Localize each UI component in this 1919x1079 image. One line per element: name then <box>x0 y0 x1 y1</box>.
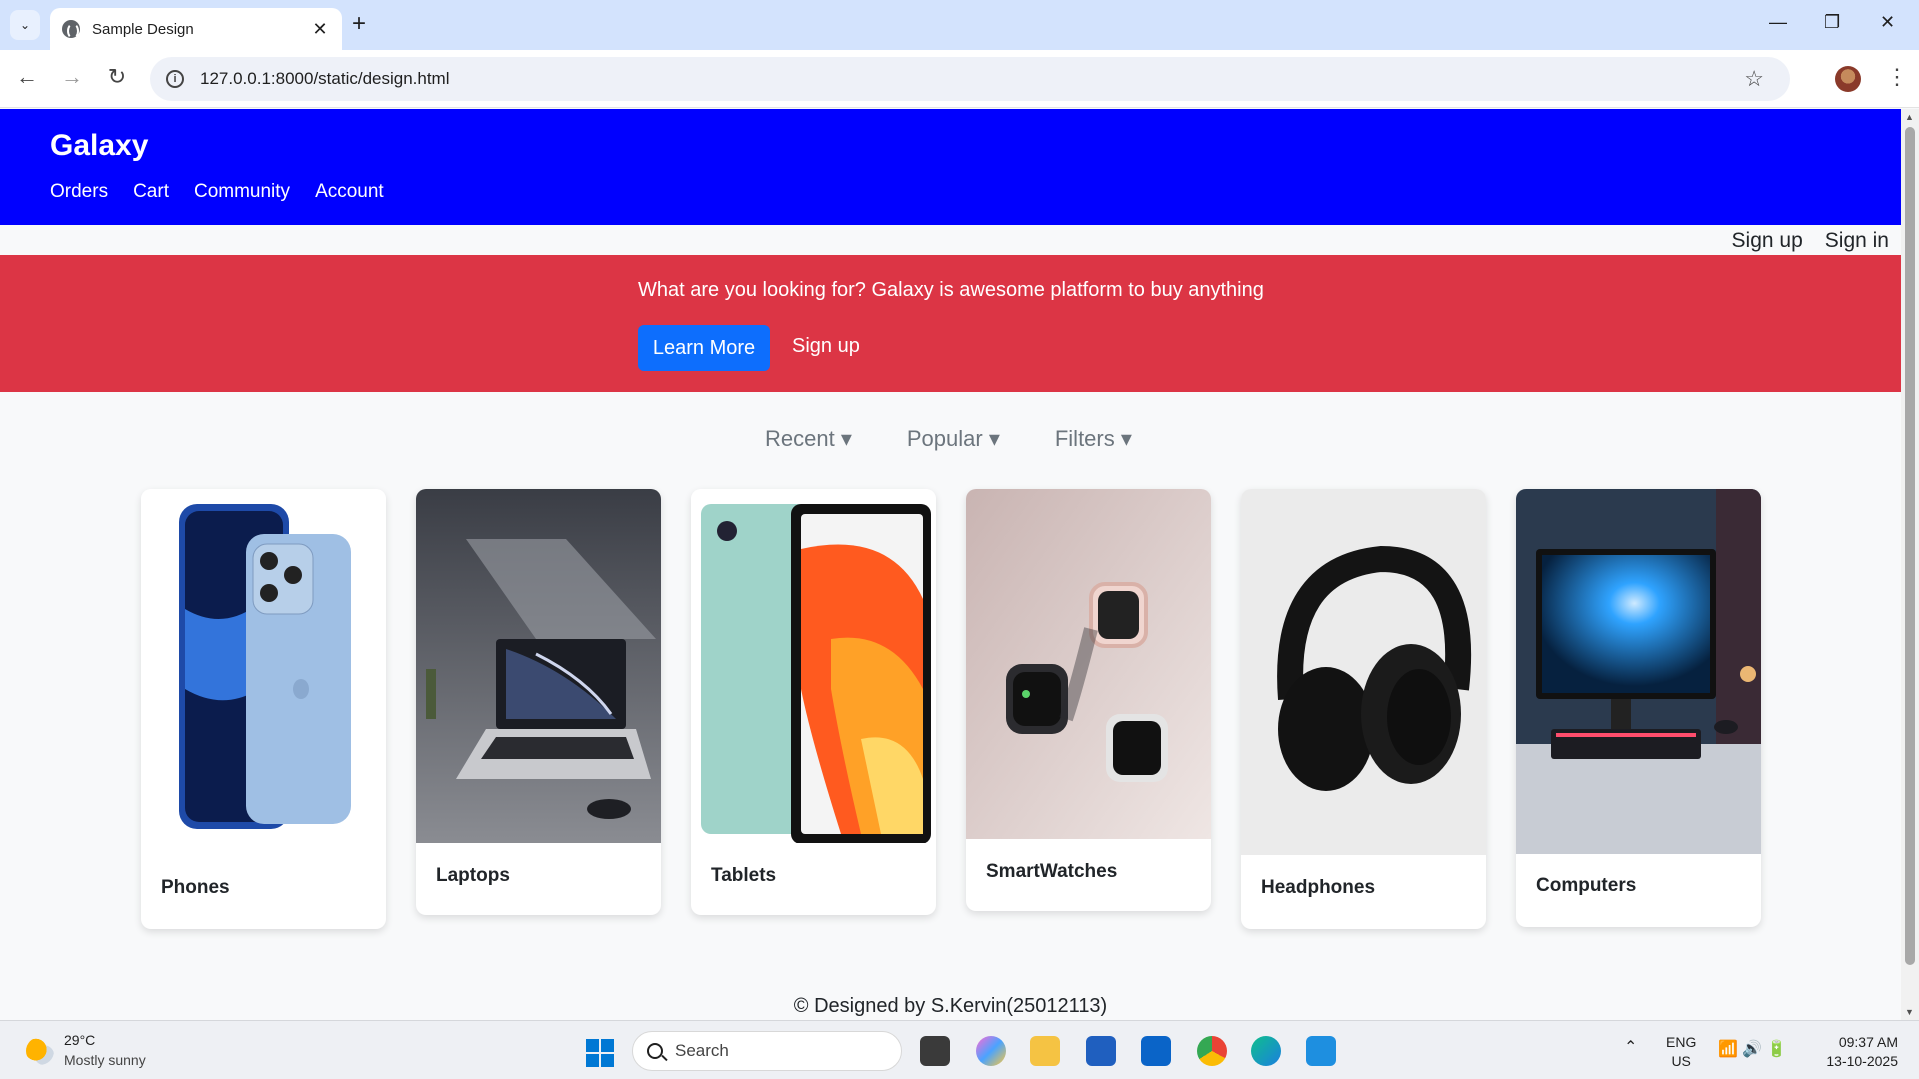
scroll-up-arrow-icon[interactable]: ▲ <box>1905 112 1914 122</box>
new-tab-button[interactable]: + <box>352 12 366 36</box>
tab-search-button[interactable]: ⌄ <box>10 10 40 40</box>
chrome-icon[interactable] <box>1197 1036 1227 1066</box>
card-label-computers: Computers <box>1536 875 1637 896</box>
region-code: US <box>1671 1053 1691 1069</box>
card-label-headphones: Headphones <box>1261 877 1376 898</box>
search-icon <box>647 1043 663 1059</box>
popular-dropdown[interactable]: Popular ▾ <box>907 426 1000 452</box>
page-viewport: Galaxy Orders Cart Community Account Sig… <box>0 109 1901 1020</box>
page-scrollbar[interactable]: ▲ ▼ <box>1901 109 1919 1020</box>
copilot-icon[interactable] <box>976 1036 1006 1066</box>
bookmark-star-icon[interactable]: ☆ <box>1744 66 1764 92</box>
nav-orders[interactable]: Orders <box>50 181 108 203</box>
lang-code: ENG <box>1666 1034 1697 1050</box>
phones-image <box>141 489 386 839</box>
clock-date: 13-10-2025 <box>1826 1053 1898 1069</box>
address-bar[interactable]: i 127.0.0.1:8000/static/design.html ☆ <box>150 57 1790 101</box>
forward-arrow-icon[interactable]: → <box>57 64 87 90</box>
category-card-computers[interactable]: Computers <box>1516 489 1761 927</box>
card-label-tablets: Tablets <box>711 865 777 886</box>
close-icon[interactable]: ✕ <box>310 19 330 40</box>
hero-banner: What are you looking for? Galaxy is awes… <box>0 255 1901 392</box>
nav-community[interactable]: Community <box>194 181 290 203</box>
browser-toolbar: ← → ↻ i 127.0.0.1:8000/static/design.htm… <box>0 50 1919 108</box>
task-view-icon[interactable] <box>920 1036 950 1066</box>
category-card-laptops[interactable]: Laptops <box>416 489 661 915</box>
reload-icon[interactable]: ↻ <box>102 64 132 90</box>
signup-link[interactable]: Sign up <box>1732 229 1803 253</box>
network-volume-battery-icons[interactable]: 📶 🔊 🔋 <box>1718 1039 1787 1059</box>
weather-temp[interactable]: 29°C <box>64 1032 95 1048</box>
category-card-smartwatches[interactable]: SmartWatches <box>966 489 1211 911</box>
nav-cart[interactable]: Cart <box>133 181 169 203</box>
file-explorer-icon[interactable] <box>1030 1036 1060 1066</box>
os-taskbar: 29°C Mostly sunny Search ⌃ ENG US 📶 🔊 🔋 … <box>0 1020 1919 1079</box>
browser-tab-strip: ⌄ Sample Design ✕ + — ❐ ✕ <box>0 0 1919 50</box>
nav-account[interactable]: Account <box>315 181 384 203</box>
url-text: 127.0.0.1:8000/static/design.html <box>200 69 450 88</box>
tray-expand-icon[interactable]: ⌃ <box>1624 1037 1637 1057</box>
minimize-button[interactable]: — <box>1769 12 1787 33</box>
site-info-icon[interactable]: i <box>166 70 184 88</box>
filter-bar: Recent ▾ Popular ▾ Filters ▾ <box>765 426 1132 452</box>
headphones-image <box>1241 489 1486 855</box>
scrollbar-thumb[interactable] <box>1905 127 1915 965</box>
auth-links: Sign up Sign in <box>1732 229 1889 253</box>
weather-desc[interactable]: Mostly sunny <box>64 1052 146 1068</box>
restore-button[interactable]: ❐ <box>1824 12 1840 33</box>
category-card-tablets[interactable]: Tablets <box>691 489 936 915</box>
language-indicator[interactable]: ENG US <box>1666 1033 1696 1071</box>
chevron-down-icon: ⌄ <box>19 18 31 32</box>
clock-time: 09:37 AM <box>1838 1034 1898 1050</box>
learn-more-button[interactable]: Learn More <box>638 325 770 371</box>
computers-image <box>1516 489 1761 854</box>
signin-link[interactable]: Sign in <box>1825 229 1889 253</box>
system-clock[interactable]: 09:37 AM 13-10-2025 <box>1812 1033 1898 1071</box>
profile-avatar[interactable] <box>1835 66 1861 92</box>
hero-signup-link[interactable]: Sign up <box>792 335 860 358</box>
smartwatches-image <box>966 489 1211 839</box>
page-footer: © Designed by S.Kervin(25012113) <box>793 995 1108 1017</box>
laptops-image <box>416 489 661 843</box>
tab-title: Sample Design <box>92 20 194 38</box>
vscode-icon[interactable] <box>1306 1036 1336 1066</box>
taskbar-search[interactable]: Search <box>632 1031 902 1071</box>
store-icon[interactable] <box>1086 1036 1116 1066</box>
menu-kebab-icon[interactable]: ⋮ <box>1886 64 1908 90</box>
tablets-image <box>691 489 936 843</box>
hero-text: What are you looking for? Galaxy is awes… <box>638 279 1264 301</box>
category-card-phones[interactable]: Phones <box>141 489 386 929</box>
brand-logo[interactable]: Galaxy <box>50 129 148 163</box>
card-label-smartwatches: SmartWatches <box>986 861 1118 882</box>
taskbar-search-label: Search <box>675 1041 729 1060</box>
card-label-laptops: Laptops <box>436 865 510 886</box>
recent-dropdown[interactable]: Recent ▾ <box>765 426 852 452</box>
globe-icon <box>62 20 80 39</box>
filters-dropdown[interactable]: Filters ▾ <box>1055 426 1132 452</box>
back-arrow-icon[interactable]: ← <box>12 64 42 90</box>
scroll-down-arrow-icon[interactable]: ▼ <box>1905 1007 1914 1017</box>
windows-start-icon[interactable] <box>586 1039 614 1067</box>
main-nav: Orders Cart Community Account <box>50 181 384 203</box>
edge-icon[interactable] <box>1251 1036 1281 1066</box>
site-header: Galaxy Orders Cart Community Account <box>0 109 1901 225</box>
window-close-button[interactable]: ✕ <box>1880 12 1895 33</box>
outlook-icon[interactable] <box>1141 1036 1171 1066</box>
browser-tab[interactable]: Sample Design ✕ <box>50 8 342 50</box>
weather-icon[interactable] <box>26 1037 54 1065</box>
category-card-headphones[interactable]: Headphones <box>1241 489 1486 929</box>
card-label-phones: Phones <box>161 877 230 898</box>
